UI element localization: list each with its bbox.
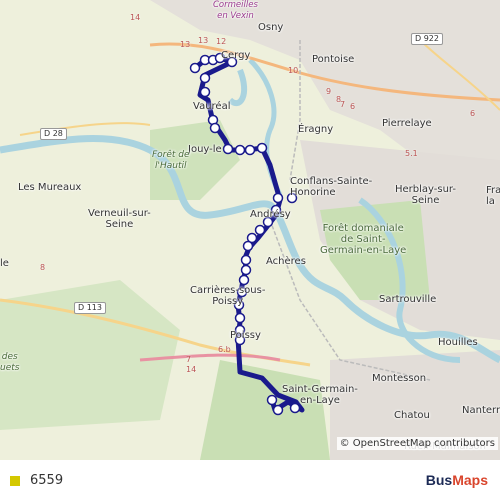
road-number: 7	[340, 100, 346, 109]
road-number: 13	[180, 40, 191, 49]
road-number: 14	[130, 13, 141, 22]
bus-stop[interactable]	[209, 122, 221, 134]
legend-bar: 6559 BusMaps	[0, 460, 500, 500]
road-number: 5.1	[405, 149, 418, 158]
label-houilles: Houilles	[438, 337, 478, 348]
label-foret-saint-germain: Forêt domaniale de Saint- Germain-en-Lay…	[320, 223, 407, 256]
bus-stop[interactable]	[234, 144, 246, 156]
label-cormeilles: Cormeilles en Vexin	[213, 0, 258, 21]
label-poissy: Poissy	[230, 330, 261, 341]
bus-stop[interactable]	[199, 72, 211, 84]
road-number: 13	[198, 36, 209, 45]
label-montesson: Montesson	[372, 373, 427, 384]
label-foret-hautil: Forêt de l'Hautil	[152, 150, 190, 171]
route-number-label: 6559	[30, 473, 64, 488]
label-des-quets: des uets	[0, 352, 20, 373]
label-eragny: Éragny	[298, 124, 334, 135]
bus-stop[interactable]	[272, 192, 284, 204]
label-les-mureaux: Les Mureaux	[18, 182, 82, 193]
label-carrieres: Carrières-sous- Poissy	[190, 285, 266, 307]
road-number: 6	[470, 109, 476, 118]
label-cergy: Cergy	[221, 50, 251, 61]
map-graphics	[0, 0, 500, 460]
bus-stop[interactable]	[242, 240, 254, 252]
label-jouy: Jouy-le	[188, 144, 222, 155]
label-conflans: Conflans-Sainte- Honorine	[290, 176, 373, 198]
label-sartrouville: Sartrouville	[379, 294, 437, 305]
label-acheres: Achères	[266, 256, 306, 267]
bus-stop[interactable]	[238, 274, 250, 286]
label-saint-germain: Saint-Germain- en-Laye	[282, 384, 358, 406]
label-andresy: Andrésy	[250, 209, 291, 220]
brand-accent: Maps	[452, 472, 488, 488]
road-number: 12	[216, 37, 227, 46]
label-d113: D 113	[74, 302, 106, 314]
bus-stop[interactable]	[266, 394, 278, 406]
bus-stop[interactable]	[189, 62, 201, 74]
label-osny: Osny	[258, 22, 284, 33]
label-pontoise: Pontoise	[312, 54, 355, 65]
bus-stop[interactable]	[234, 312, 246, 324]
bus-stop[interactable]	[199, 86, 211, 98]
label-d28: D 28	[40, 128, 67, 140]
map-app: Cormeilles en Vexin Osny Pontoise D 922 …	[0, 0, 500, 500]
label-pierrelaye: Pierrelaye	[382, 118, 432, 129]
route-color-swatch	[10, 476, 20, 486]
map-canvas[interactable]: Cormeilles en Vexin Osny Pontoise D 922 …	[0, 0, 500, 460]
bus-stop[interactable]	[272, 404, 284, 416]
road-number: 8	[40, 263, 46, 272]
bus-stop[interactable]	[256, 142, 268, 154]
label-herblay: Herblay-sur- Seine	[395, 184, 457, 206]
bus-stop[interactable]	[240, 264, 252, 276]
label-le: le	[0, 258, 9, 269]
bus-stop[interactable]	[222, 143, 234, 155]
road-number: 6.b	[218, 345, 231, 354]
busmaps-logo[interactable]: BusMaps	[426, 472, 488, 488]
road-number: 6	[350, 102, 356, 111]
label-vaureal: Vauréal	[193, 101, 231, 112]
bus-stop[interactable]	[244, 144, 256, 156]
road-number: 9	[326, 87, 332, 96]
label-chatou: Chatou	[394, 410, 430, 421]
label-nanterre: Nanterre	[462, 405, 500, 416]
bus-stop[interactable]	[254, 224, 266, 236]
label-franconville: Fra la	[486, 185, 500, 207]
brand-name: Bus	[425, 472, 453, 488]
label-d922: D 922	[411, 33, 443, 45]
bus-stop[interactable]	[240, 254, 252, 266]
map-attribution[interactable]: © OpenStreetMap contributors	[336, 437, 498, 450]
road-number: 10	[288, 66, 299, 75]
label-verneuil: Verneuil-sur- Seine	[88, 208, 151, 230]
road-number: 14	[186, 365, 197, 374]
